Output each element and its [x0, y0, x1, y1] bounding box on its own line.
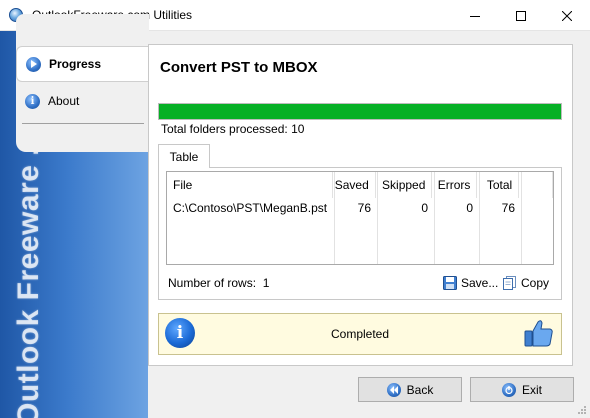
column-header-saved[interactable]: Saved [333, 172, 376, 198]
column-header-errors[interactable]: Errors [432, 172, 478, 198]
back-button-label: Back [406, 382, 434, 397]
thumbs-up-icon [524, 320, 553, 347]
column-header-skipped[interactable]: Skipped [376, 172, 433, 198]
back-button[interactable]: Back [358, 377, 462, 402]
sidebar-item-about[interactable]: i About [16, 83, 149, 119]
sidebar-item-label: About [48, 94, 80, 108]
status-box: i Completed [158, 313, 562, 355]
column-divider [334, 172, 335, 264]
save-icon [443, 276, 457, 290]
folders-processed-text: Total folders processed: 10 [161, 122, 305, 136]
save-button[interactable]: Save... [443, 274, 498, 292]
progress-fill [159, 104, 561, 119]
progress-bar [158, 103, 562, 120]
row-count: Number of rows: 1 [168, 276, 269, 290]
column-header-spacer [519, 172, 553, 198]
exit-button[interactable]: Exit [470, 377, 574, 402]
back-icon [386, 382, 401, 397]
nav-panel-foot [16, 124, 149, 152]
sidebar-item-progress[interactable]: Progress [16, 46, 149, 82]
column-header-file[interactable]: File [167, 172, 333, 198]
window-controls [452, 0, 590, 31]
cell-file: C:\Contoso\PST\MeganB.pst [173, 201, 328, 215]
column-divider [434, 172, 435, 264]
tab-table[interactable]: Table [158, 144, 210, 168]
minimize-icon [470, 15, 480, 17]
status-text: Completed [330, 327, 390, 341]
column-divider [479, 172, 480, 264]
cell-skipped: 0 [421, 201, 428, 215]
cell-errors: 0 [466, 201, 473, 215]
copy-button[interactable]: Copy [503, 274, 549, 292]
cell-total: 76 [501, 201, 515, 215]
copy-button-label: Copy [521, 276, 550, 290]
table-row[interactable]: C:\Contoso\PST\MeganB.pst 76 0 0 76 [167, 198, 553, 218]
close-icon [562, 10, 572, 21]
cell-saved: 76 [357, 201, 371, 215]
page-title: Convert PST to MBOX [160, 59, 318, 76]
info-icon: i [25, 93, 40, 109]
row-count-value: 1 [262, 276, 270, 290]
minimize-button[interactable] [452, 0, 498, 31]
table-header: File Saved Skipped Errors Total [167, 172, 553, 198]
sidebar-item-label: Progress [49, 57, 102, 71]
resize-grip-icon[interactable] [577, 405, 587, 415]
column-divider [521, 172, 522, 264]
power-icon [501, 382, 516, 397]
results-table[interactable]: File Saved Skipped Errors Total C:\Conto… [166, 171, 554, 265]
save-button-label: Save... [461, 276, 499, 290]
column-header-total[interactable]: Total [477, 172, 520, 198]
maximize-icon [516, 10, 526, 21]
maximize-button[interactable] [498, 0, 544, 31]
nav-divider [22, 123, 144, 124]
copy-icon [503, 276, 516, 290]
exit-button-label: Exit [521, 382, 542, 397]
row-count-label: Number of rows: [168, 276, 257, 290]
column-divider [377, 172, 378, 264]
close-button[interactable] [544, 0, 590, 31]
play-icon [26, 56, 41, 72]
